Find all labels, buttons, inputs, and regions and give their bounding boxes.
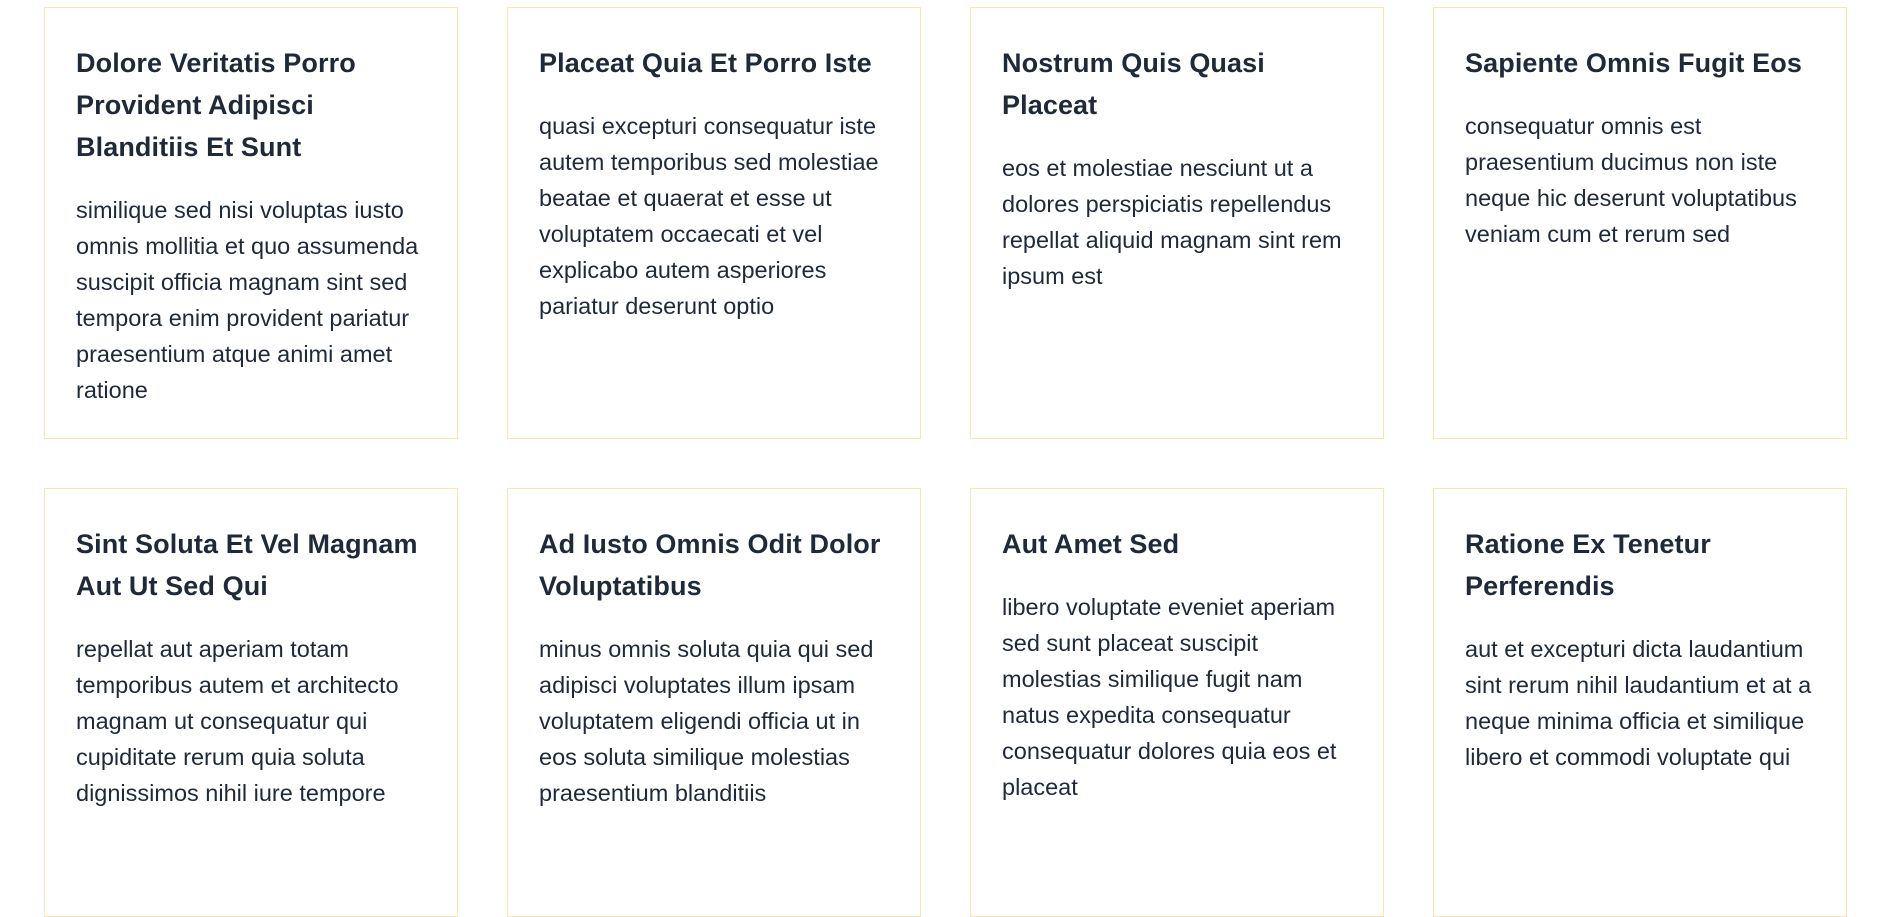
- post-card[interactable]: Ratione Ex Tenetur Perferendis aut et ex…: [1433, 488, 1847, 917]
- post-card[interactable]: Aut Amet Sed libero voluptate eveniet ap…: [970, 488, 1384, 917]
- post-card-title: Sapiente Omnis Fugit Eos: [1465, 48, 1802, 78]
- post-card[interactable]: Dolore Veritatis Porro Provident Adipisc…: [44, 7, 458, 439]
- post-card-title: Ratione Ex Tenetur Perferendis: [1465, 529, 1711, 601]
- post-card-body: eos et molestiae nesciunt ut a dolores p…: [1002, 155, 1342, 289]
- post-card-title: Aut Amet Sed: [1002, 529, 1180, 559]
- post-card-body: aut et excepturi dicta laudantium sint r…: [1465, 636, 1812, 770]
- post-card-body: consequatur omnis est praesentium ducimu…: [1465, 113, 1797, 247]
- post-card-body: repellat aut aperiam totam temporibus au…: [76, 636, 399, 806]
- post-card-title: Nostrum Quis Quasi Placeat: [1002, 48, 1265, 120]
- post-card[interactable]: Ad Iusto Omnis Odit Dolor Voluptatibus m…: [507, 488, 921, 917]
- post-card[interactable]: Nostrum Quis Quasi Placeat eos et molest…: [970, 7, 1384, 439]
- post-card[interactable]: Sapiente Omnis Fugit Eos consequatur omn…: [1433, 7, 1847, 439]
- post-card[interactable]: Sint Soluta Et Vel Magnam Aut Ut Sed Qui…: [44, 488, 458, 917]
- post-card-title: Sint Soluta Et Vel Magnam Aut Ut Sed Qui: [76, 529, 418, 601]
- post-card-body: similique sed nisi voluptas iusto omnis …: [76, 197, 419, 403]
- post-card-title: Ad Iusto Omnis Odit Dolor Voluptatibus: [539, 529, 881, 601]
- post-card-title: Placeat Quia Et Porro Iste: [539, 48, 872, 78]
- post-card-grid: Dolore Veritatis Porro Provident Adipisc…: [44, 7, 1847, 917]
- post-card-body: minus omnis soluta quia qui sed adipisci…: [539, 636, 874, 806]
- post-card-body: quasi excepturi consequatur iste autem t…: [539, 113, 879, 319]
- post-card[interactable]: Placeat Quia Et Porro Iste quasi exceptu…: [507, 7, 921, 439]
- post-card-title: Dolore Veritatis Porro Provident Adipisc…: [76, 48, 356, 162]
- post-card-body: libero voluptate eveniet aperiam sed sun…: [1002, 594, 1337, 800]
